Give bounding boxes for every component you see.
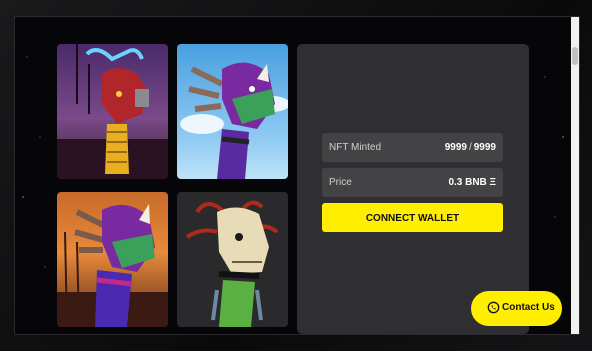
nft-image-sunset-dragon[interactable] xyxy=(57,192,168,327)
nft-image-purple-dragon[interactable] xyxy=(177,44,288,179)
scrollbar-thumb[interactable] xyxy=(572,47,578,65)
app-screen: NFT Minted 9999/9999 Price 0.3 BNB Ξ CON… xyxy=(14,16,580,335)
contact-us-button[interactable]: Contact Us xyxy=(471,291,562,326)
contact-us-label: Contact Us xyxy=(502,302,555,313)
minted-count: 9999 xyxy=(444,142,467,153)
page-scrollbar[interactable] xyxy=(571,17,579,334)
nft-minted-label: NFT Minted xyxy=(329,142,382,153)
minted-total: 9999 xyxy=(473,142,496,153)
nft-minted-value: 9999/9999 xyxy=(445,142,496,153)
whatsapp-icon xyxy=(487,301,500,314)
price-value: 0.3 BNB Ξ xyxy=(448,177,496,188)
nft-minted-row: NFT Minted 9999/9999 xyxy=(322,133,503,162)
nft-image-robot-dragon[interactable] xyxy=(57,44,168,179)
price-row: Price 0.3 BNB Ξ xyxy=(322,168,503,197)
price-label: Price xyxy=(329,177,352,188)
minted-separator: / xyxy=(468,142,472,153)
nft-image-skull-dragon[interactable] xyxy=(177,192,288,327)
connect-wallet-button[interactable]: CONNECT WALLET xyxy=(322,203,503,232)
